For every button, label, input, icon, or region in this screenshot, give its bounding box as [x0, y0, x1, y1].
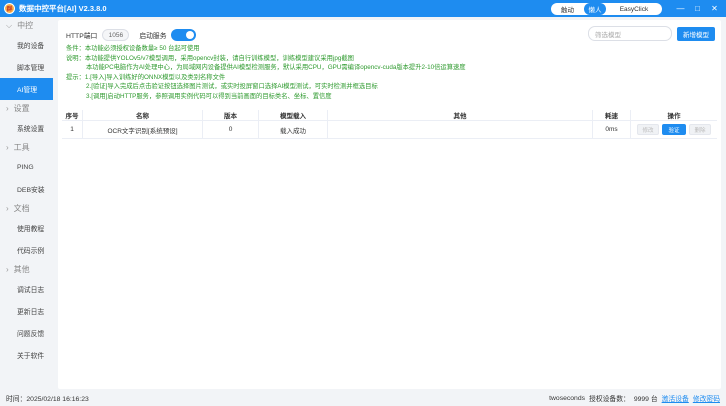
- chevron-right-icon: ›: [6, 265, 9, 274]
- sidebar-group-zhongkong[interactable]: ⌵ 中控: [0, 17, 53, 34]
- table-header: 序号 名称 版本 模型载入 其他 耗速 操作: [62, 110, 717, 121]
- sidebar-item-feedback[interactable]: 问题反馈: [0, 322, 53, 344]
- note-desc-2: 本功能PC电脑作为AI处理中心，为局域网内设备提供AI模型检测服务，默认采用CP…: [86, 64, 466, 71]
- sidebar-item-system-settings[interactable]: 系统设置: [0, 117, 53, 139]
- sidebar: ⌵ 中控 我的设备 脚本管理 AI管理 › 设置 系统设置 › 工具 PING DEB…: [0, 17, 53, 389]
- new-model-button[interactable]: 新增模型: [677, 27, 715, 41]
- note-tip-1: 提示：1.[导入]导入训练好的ONNX模型以及类别名称文件: [66, 73, 226, 81]
- delete-button[interactable]: 删除: [689, 124, 711, 135]
- status-bar: 时间：2025/02/18 16:16:23 twoseconds 授权设备数：…: [0, 390, 726, 406]
- row-actions: 修改 验证 删除: [631, 121, 717, 138]
- sidebar-item-ai-manage[interactable]: AI管理: [0, 78, 53, 100]
- app-logo-icon: 群: [4, 3, 15, 14]
- status-license-label: 授权设备数：: [589, 396, 630, 403]
- service-controls: HTTP端口 1056 启动服务: [66, 29, 196, 41]
- sidebar-item-deb-install[interactable]: DEB安装: [0, 178, 53, 200]
- status-time: 时间：2025/02/18 16:16:23: [6, 396, 89, 403]
- row-name: OCR文字识别[系统预设]: [83, 121, 203, 138]
- notes-block: 条件：本功能必须授权设备数量≥ 50 台起可使用 说明：本功能提供YOLOv5/…: [66, 44, 716, 101]
- table-row: 1 OCR文字识别[系统预设] 0 载入成功 0ms 修改 验证 删除: [62, 121, 717, 139]
- app-title: 数据中控平台[AI] V2.3.8.0: [19, 4, 107, 13]
- col-index: 序号: [62, 110, 83, 120]
- title-bar: 群 数据中控平台[AI] V2.3.8.0 触动 懒人 EasyClick — …: [0, 0, 726, 17]
- chevron-right-icon: ›: [6, 204, 9, 213]
- minimize-icon[interactable]: —: [675, 2, 686, 15]
- sidebar-item-my-devices[interactable]: 我的设备: [0, 34, 53, 56]
- sidebar-item-tutorial[interactable]: 使用教程: [0, 217, 53, 239]
- col-name: 名称: [83, 110, 203, 120]
- status-license-count: 9999 台: [633, 396, 658, 403]
- change-password-link[interactable]: 修改密码: [693, 393, 720, 403]
- activate-device-link[interactable]: 激活设备: [662, 393, 689, 403]
- http-port-label: HTTP端口: [66, 33, 98, 40]
- service-label: 启动服务: [139, 33, 167, 40]
- http-port-input[interactable]: 1056: [102, 29, 130, 41]
- sidebar-group-other[interactable]: › 其他: [0, 261, 53, 278]
- chevron-right-icon: ›: [6, 143, 9, 152]
- sidebar-item-debug-log[interactable]: 调试日志: [0, 278, 53, 300]
- note-desc-1: 说明：本功能提供YOLOv5/v7模型调用，采用opencv封装，请自行训练模型…: [66, 54, 354, 62]
- col-other: 其他: [328, 110, 593, 120]
- note-tip-2: 2.[验证]导入完成后点击验证按钮选择图片测试，或实时投屏窗口选择AI模型测试，…: [86, 83, 378, 90]
- col-load: 模型载入: [259, 110, 328, 120]
- col-speed: 耗速: [593, 110, 631, 120]
- mode-switch: 触动 懒人 EasyClick: [551, 3, 662, 15]
- row-version: 0: [203, 121, 259, 138]
- col-version: 版本: [203, 110, 259, 120]
- row-speed: 0ms: [593, 121, 631, 138]
- service-toggle[interactable]: [170, 29, 196, 41]
- chevron-right-icon: ›: [6, 104, 9, 113]
- sidebar-item-about[interactable]: 关于软件: [0, 344, 53, 366]
- sidebar-group-tools[interactable]: › 工具: [0, 139, 53, 156]
- note-tip-3: 3.[调用]启动HTTP服务，参照调用实例代码可以得到当前画面的目标类名、坐标、…: [86, 92, 332, 100]
- row-other: [328, 121, 593, 138]
- status-user: twoseconds: [549, 394, 586, 402]
- close-icon[interactable]: ✕: [709, 2, 720, 15]
- sidebar-item-update-log[interactable]: 更新日志: [0, 300, 53, 322]
- mode-lanren[interactable]: 懒人: [584, 3, 606, 15]
- main-panel: HTTP端口 1056 启动服务 筛选模型 新增模型 条件：本功能必须授权设备数…: [58, 20, 721, 389]
- sidebar-item-ping[interactable]: PING: [0, 156, 53, 178]
- sidebar-item-script-manage[interactable]: 脚本管理: [0, 56, 53, 78]
- col-actions: 操作: [667, 113, 681, 120]
- window-controls: — □ ✕: [675, 2, 720, 15]
- sidebar-group-settings[interactable]: › 设置: [0, 100, 53, 117]
- maximize-icon[interactable]: □: [692, 2, 703, 15]
- sidebar-item-code-examples[interactable]: 代码示例: [0, 239, 53, 261]
- chevron-down-icon: ⌵: [6, 20, 13, 30]
- row-status: 载入成功: [259, 121, 328, 138]
- filter-model-input[interactable]: 筛选模型: [588, 26, 672, 41]
- mode-chudong[interactable]: 触动: [551, 3, 584, 15]
- note-condition: 条件：本功能必须授权设备数量≥ 50 台起可使用: [66, 45, 200, 52]
- row-index: 1: [62, 121, 83, 138]
- sidebar-group-docs[interactable]: › 文档: [0, 200, 53, 217]
- edit-button[interactable]: 修改: [637, 124, 659, 135]
- verify-button[interactable]: 验证: [662, 124, 686, 135]
- model-table: 序号 名称 版本 模型载入 其他 耗速 操作 1 OCR文字识别[系统预设] 0…: [62, 110, 717, 139]
- mode-easyclick[interactable]: EasyClick: [606, 3, 662, 15]
- status-right: twoseconds 授权设备数： 9999 台 激活设备 修改密码: [549, 393, 720, 404]
